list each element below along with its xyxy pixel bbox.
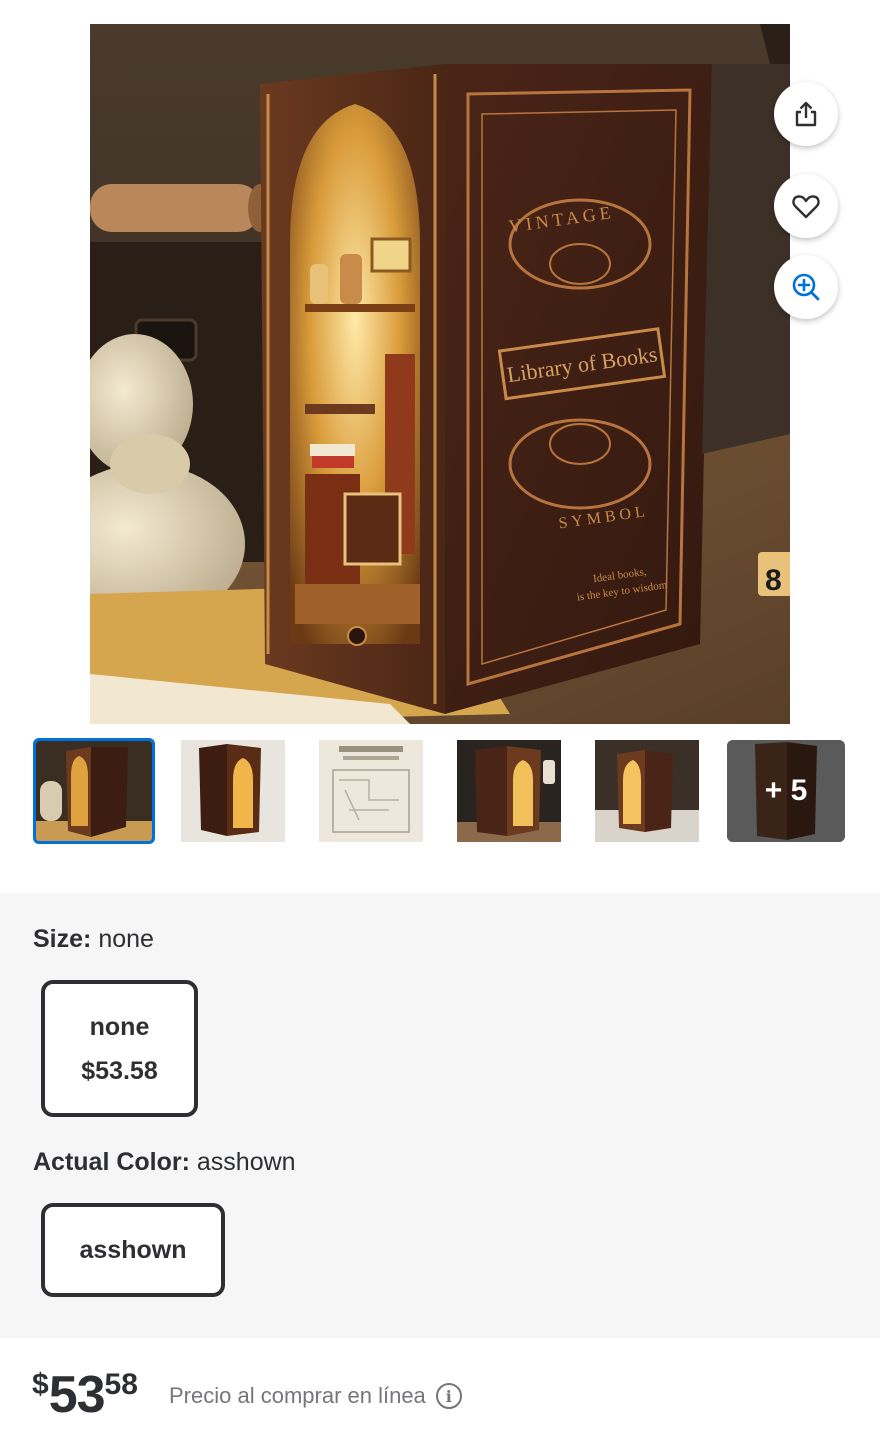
- zoom-in-icon: [792, 273, 820, 301]
- thumbnail-image: [595, 740, 699, 842]
- die-number: 8: [765, 564, 782, 597]
- product-main-image[interactable]: 8 Library of Books VINTAGE SYMBOL Ideal …: [90, 24, 790, 724]
- size-label: Size:: [33, 925, 92, 953]
- price-dollars: 53: [48, 1366, 106, 1424]
- thumbnail-strip: + 5: [32, 738, 848, 846]
- thumbnail-image: [457, 740, 561, 842]
- more-images-count: + 5: [764, 774, 808, 807]
- price-note-row: Precio al comprar en línea i: [169, 1383, 462, 1409]
- thumbnail-5[interactable]: [595, 740, 699, 842]
- thumbnail-image: [319, 740, 423, 842]
- thumbnail-image: [181, 740, 285, 842]
- size-option-price: $53.58: [81, 1056, 158, 1085]
- color-label: Actual Color:: [33, 1148, 190, 1176]
- variant-options-panel: Size: none none $53.58 Actual Color: ass…: [0, 893, 880, 1338]
- more-images-button[interactable]: + 5: [727, 740, 845, 842]
- size-selected-value: none: [98, 925, 154, 953]
- info-icon[interactable]: i: [435, 1383, 462, 1409]
- heart-icon: [792, 195, 820, 219]
- size-option-none[interactable]: none $53.58: [41, 980, 198, 1117]
- size-label-row: Size: none: [33, 925, 154, 954]
- color-selected-value: asshown: [196, 1148, 296, 1176]
- thumbnail-1[interactable]: [33, 738, 155, 844]
- book-nook-illustration: 8 Library of Books VINTAGE SYMBOL Ideal …: [90, 24, 790, 724]
- color-label-row: Actual Color: asshown: [33, 1148, 296, 1177]
- price-cents: 58: [104, 1368, 138, 1401]
- price-note: Precio al comprar en línea: [169, 1383, 426, 1408]
- thumbnail-2[interactable]: [181, 740, 285, 842]
- favorite-button[interactable]: [774, 174, 838, 238]
- share-button[interactable]: [774, 82, 838, 146]
- product-price: $ 53 58: [32, 1366, 138, 1426]
- size-option-name: none: [89, 1012, 150, 1041]
- color-option-name: asshown: [79, 1236, 187, 1264]
- zoom-button[interactable]: [774, 255, 838, 319]
- thumbnail-3[interactable]: [319, 740, 423, 842]
- color-option-asshown[interactable]: asshown: [41, 1203, 225, 1297]
- price-currency: $: [32, 1368, 49, 1401]
- thumbnail-4[interactable]: [457, 740, 561, 842]
- thumbnail-image: [36, 741, 152, 841]
- share-icon: [795, 101, 817, 127]
